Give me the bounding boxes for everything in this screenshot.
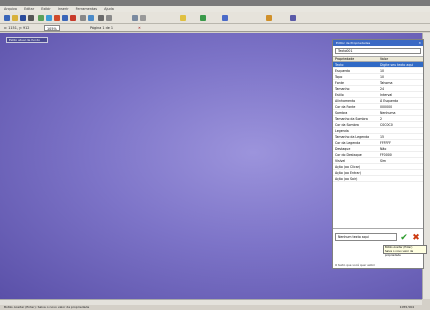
text-icon[interactable] xyxy=(80,15,86,21)
property-value: À Esquerda xyxy=(380,99,399,103)
property-list: Texto Digite seu texto aqui Esquerda 10 Topo… xyxy=(333,62,423,182)
image-icon[interactable] xyxy=(88,15,94,21)
redo-icon[interactable] xyxy=(70,15,76,21)
undo-icon[interactable] xyxy=(62,15,68,21)
property-name: Cor da Sombra xyxy=(335,123,359,127)
column-header-value: Valor xyxy=(380,57,389,61)
property-value: 2 xyxy=(380,117,383,121)
property-name: Tamanho da Sombra xyxy=(335,117,368,121)
property-value: 24 xyxy=(380,87,385,91)
property-value: 10 xyxy=(380,69,385,73)
coordinate-readout: x: 1151, y: 912 xyxy=(4,26,30,30)
column-header-property: Propriedade xyxy=(335,57,355,61)
property-name: Cor da Fonte xyxy=(335,105,356,109)
panel-footer: Nenhum texto aqui ✔ ✖ Botão Aceitar (Ent… xyxy=(333,228,427,268)
copy-icon[interactable] xyxy=(46,15,52,21)
property-row[interactable]: Ação (ao Sair) xyxy=(333,176,423,182)
property-name: Texto xyxy=(335,63,344,67)
property-value: Nenhuma xyxy=(380,111,396,115)
new-icon[interactable] xyxy=(4,15,10,21)
accept-button[interactable]: ✔ xyxy=(399,233,409,243)
property-value: Tahoma xyxy=(380,81,393,85)
export-icon[interactable] xyxy=(266,15,272,21)
property-name: Cor do Destaque xyxy=(335,153,362,157)
menu-item-help[interactable]: Ajuda xyxy=(104,7,114,11)
property-value xyxy=(378,170,423,175)
property-value xyxy=(378,176,423,181)
zoom-icon[interactable] xyxy=(106,15,112,21)
save-icon[interactable] xyxy=(20,15,26,21)
align-icon[interactable] xyxy=(140,15,146,21)
property-name: Legenda xyxy=(335,129,349,133)
zoom-select[interactable]: 105% xyxy=(44,25,60,31)
property-name: Cor da Legenda xyxy=(335,141,361,145)
toolbar xyxy=(0,12,430,24)
property-name: Sombra xyxy=(335,111,348,115)
property-name: Visível xyxy=(335,159,346,163)
paste-icon[interactable] xyxy=(54,15,60,21)
menu-item-tools[interactable]: Ferramentas xyxy=(76,7,97,11)
property-name: Topo xyxy=(335,75,343,79)
menu-item-insert[interactable]: Inserir xyxy=(58,7,69,11)
background-style-button[interactable]: Estilo atual de fundo xyxy=(6,37,48,43)
property-name: Destaque xyxy=(335,147,351,151)
property-value: C0C0C0 xyxy=(380,123,393,127)
panel-close-icon[interactable]: ✕ xyxy=(418,40,421,46)
page-indicator: Página 1 de 1 xyxy=(90,26,114,30)
preview-icon[interactable] xyxy=(222,15,228,21)
property-value: FF0000 xyxy=(380,153,392,157)
print-icon[interactable] xyxy=(28,15,34,21)
property-name: Tamanho da Legenda xyxy=(335,135,370,139)
property-name: Fonte xyxy=(335,81,344,85)
menu-item-edit[interactable]: Editar xyxy=(24,7,34,11)
value-edit-field[interactable]: Nenhum texto aqui xyxy=(335,233,397,241)
cut-icon[interactable] xyxy=(38,15,44,21)
menu-item-view[interactable]: Exibir xyxy=(41,7,51,11)
property-value: Digite seu texto aqui xyxy=(380,63,414,67)
property-hint: O texto que você quer exibir xyxy=(335,263,375,267)
property-name: Ação (ao Entrar) xyxy=(335,171,362,175)
property-value: Interval xyxy=(380,93,393,97)
property-editor-panel: Editor de Propriedades ✕ Texto001 Propri… xyxy=(332,39,427,269)
object-selector[interactable]: Texto001 xyxy=(335,48,421,54)
property-value: 000000 xyxy=(380,105,393,109)
property-value: 15 xyxy=(380,135,385,139)
panel-title-bar: Editor de Propriedades ✕ xyxy=(333,40,423,46)
status-coordinates: 1055,564 xyxy=(399,305,414,309)
property-value: Sim xyxy=(380,159,387,163)
open-icon[interactable] xyxy=(12,15,18,21)
close-icon[interactable]: ✕ xyxy=(138,24,141,32)
status-message: Botão Aceitar (Enter): Salva o novo valo… xyxy=(4,305,90,309)
property-name: Esquerda xyxy=(335,69,350,73)
property-name: Ação (ao Sair) xyxy=(335,177,358,181)
panel-title: Editor de Propriedades xyxy=(336,41,371,45)
property-name: Ação (ao Clicar) xyxy=(335,165,361,169)
cancel-button[interactable]: ✖ xyxy=(411,233,421,243)
shape-icon[interactable] xyxy=(98,15,104,21)
help-icon[interactable] xyxy=(290,15,296,21)
property-name: Alinhamento xyxy=(335,99,356,103)
property-value xyxy=(378,164,423,169)
grid-icon[interactable] xyxy=(132,15,138,21)
layer-icon[interactable] xyxy=(200,15,206,21)
property-name: Estilo xyxy=(335,93,344,97)
property-value: Não xyxy=(380,147,387,151)
accept-tooltip: Botão Aceitar (Enter) Salva o novo valor… xyxy=(383,245,427,257)
coordinate-bar: x: 1151, y: 912 105% Página 1 de 1 ✕ xyxy=(0,24,430,32)
status-bar: Botão Aceitar (Enter): Salva o novo valo… xyxy=(0,305,430,310)
property-value xyxy=(378,128,423,133)
property-name: Tamanho xyxy=(335,87,350,91)
tooltip-text: Salva o novo valor da propriedade xyxy=(385,250,414,257)
property-value: FFFFFF xyxy=(380,141,392,145)
color-icon[interactable] xyxy=(180,15,186,21)
menu-item-file[interactable]: Arquivo xyxy=(4,7,17,11)
property-value: 10 xyxy=(380,75,385,79)
